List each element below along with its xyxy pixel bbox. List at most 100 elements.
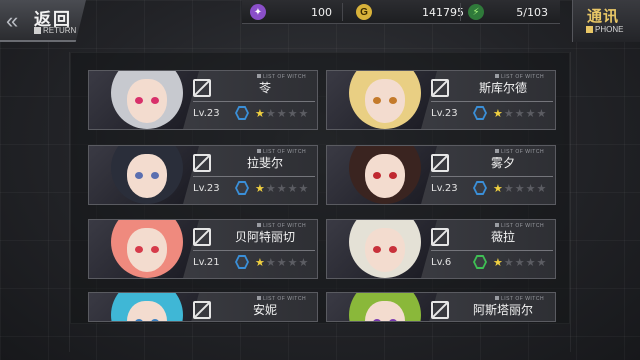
coin-count: 141795 xyxy=(422,5,464,19)
card-divider xyxy=(193,250,315,251)
resource-divider xyxy=(460,3,461,21)
portrait-eye xyxy=(389,246,397,253)
witch-level: Lv.21 xyxy=(193,257,220,268)
star-icon: ★ xyxy=(514,183,526,195)
star-icon: ★ xyxy=(536,257,548,269)
coin-icon: G xyxy=(356,4,372,20)
star-icon: ★ xyxy=(503,108,515,120)
witch-name: 安妮 xyxy=(252,303,277,317)
portrait-face xyxy=(127,228,167,272)
witch-card[interactable]: LIST OF WITCH 苓 Lv.23 ★★★★★ xyxy=(88,70,318,130)
phone-button-label: 通讯 xyxy=(587,8,620,25)
element-hex-icon xyxy=(235,255,249,269)
star-icon: ★ xyxy=(287,257,299,269)
resource-divider xyxy=(342,3,343,21)
witch-portrait xyxy=(327,293,437,321)
portrait-eye xyxy=(389,172,397,179)
weapon-icon xyxy=(431,79,449,97)
portrait-eye xyxy=(389,97,397,104)
card-divider xyxy=(431,101,553,102)
witch-portrait xyxy=(89,220,199,278)
witch-level: Lv.6 xyxy=(431,257,452,268)
crystal-icon: ✦ xyxy=(250,4,266,20)
portrait-eye xyxy=(151,172,159,179)
star-icon: ★ xyxy=(276,257,288,269)
star-icon: ★ xyxy=(493,183,504,195)
star-rating: ★★★★★ xyxy=(255,107,309,120)
star-rating: ★★★★★ xyxy=(255,182,309,195)
weapon-icon xyxy=(193,154,211,172)
star-icon: ★ xyxy=(298,183,310,195)
portrait-eye xyxy=(135,319,143,321)
witch-level: Lv.23 xyxy=(193,108,220,119)
portrait-eye xyxy=(135,97,143,104)
resource-bar: ✦ 100 G 141795 ⚡ 5/103 xyxy=(242,0,560,24)
left-panel-decoration xyxy=(0,52,70,352)
witch-portrait xyxy=(89,293,199,321)
weapon-icon xyxy=(431,154,449,172)
portrait-eye xyxy=(151,246,159,253)
weapon-icon xyxy=(193,228,211,246)
element-hex-icon xyxy=(473,181,487,195)
stamina-count: 5/103 xyxy=(516,5,548,19)
witch-card[interactable]: LIST OF WITCH 安妮 xyxy=(88,292,318,322)
star-icon: ★ xyxy=(298,108,310,120)
witch-card[interactable]: LIST OF WITCH 雾夕 Lv.23 ★★★★★ xyxy=(326,145,556,205)
portrait-face xyxy=(127,79,167,123)
weapon-icon xyxy=(431,228,449,246)
card-divider xyxy=(431,250,553,251)
phone-button-sublabel: PHONE xyxy=(586,25,623,34)
witch-name: 贝阿特丽切 xyxy=(234,230,295,244)
star-icon: ★ xyxy=(276,183,288,195)
portrait-eye xyxy=(151,97,159,104)
star-icon: ★ xyxy=(536,183,548,195)
witch-name: 苓 xyxy=(258,81,271,95)
portrait-eye xyxy=(135,246,143,253)
star-icon: ★ xyxy=(493,108,504,120)
witch-card[interactable]: LIST OF WITCH 斯库尔德 Lv.23 ★★★★★ xyxy=(326,70,556,130)
phone-button[interactable]: 通讯 PHONE xyxy=(572,0,640,42)
stamina-icon: ⚡ xyxy=(468,4,484,20)
witch-level: Lv.23 xyxy=(431,183,458,194)
witch-portrait xyxy=(89,146,199,204)
element-hex-icon xyxy=(473,255,487,269)
right-panel-decoration xyxy=(570,52,640,352)
portrait-eye xyxy=(373,97,381,104)
witch-card[interactable]: LIST OF WITCH 贝阿特丽切 Lv.21 ★★★★★ xyxy=(88,219,318,279)
star-rating: ★★★★★ xyxy=(493,107,547,120)
element-hex-icon xyxy=(235,106,249,120)
star-icon: ★ xyxy=(514,108,526,120)
weapon-icon xyxy=(193,79,211,97)
element-hex-icon xyxy=(235,181,249,195)
back-button[interactable]: « 返回 RETURN xyxy=(0,0,86,42)
star-rating: ★★★★★ xyxy=(255,256,309,269)
portrait-eye xyxy=(373,172,381,179)
crystal-count: 100 xyxy=(311,5,332,19)
star-icon: ★ xyxy=(525,257,537,269)
portrait-eye xyxy=(135,172,143,179)
star-icon: ★ xyxy=(525,108,537,120)
witch-portrait xyxy=(327,220,437,278)
witch-card[interactable]: LIST OF WITCH 阿斯塔丽尔 xyxy=(326,292,556,322)
witch-card[interactable]: LIST OF WITCH 薇拉 Lv.6 ★★★★★ xyxy=(326,219,556,279)
card-divider xyxy=(193,176,315,177)
weapon-icon xyxy=(193,301,211,319)
star-icon: ★ xyxy=(287,183,299,195)
star-icon: ★ xyxy=(503,183,515,195)
card-divider xyxy=(431,176,553,177)
witch-portrait xyxy=(89,71,199,129)
portrait-eye xyxy=(373,319,381,321)
star-icon: ★ xyxy=(503,257,515,269)
witch-name: 雾夕 xyxy=(490,156,515,170)
witch-card[interactable]: LIST OF WITCH 拉斐尔 Lv.23 ★★★★★ xyxy=(88,145,318,205)
star-icon: ★ xyxy=(525,183,537,195)
element-hex-icon xyxy=(473,106,487,120)
portrait-face xyxy=(365,79,405,123)
witch-name: 拉斐尔 xyxy=(246,156,283,170)
star-rating: ★★★★★ xyxy=(493,182,547,195)
double-chevron-left-icon: « xyxy=(6,8,19,33)
star-icon: ★ xyxy=(265,257,277,269)
star-icon: ★ xyxy=(265,183,277,195)
portrait-eye xyxy=(151,319,159,321)
star-icon: ★ xyxy=(298,257,310,269)
